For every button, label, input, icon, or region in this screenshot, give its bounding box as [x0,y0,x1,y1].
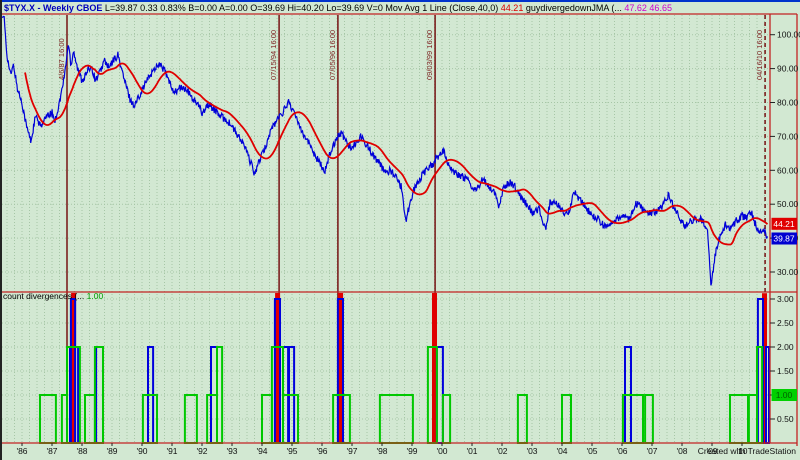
x-axis-tick-label: '93 [226,446,237,456]
event-line-label: 09/03/99 16:00 [425,30,434,80]
y-axis-tick-label: 30.00 [777,267,799,277]
axis-badge: 44.21 [772,218,798,230]
x-axis-tick-label: '01 [466,446,477,456]
lower-pane-name: count divergences (... [3,291,84,301]
x-axis-tick-label: '87 [46,446,57,456]
y-axis-tick-label: 1.50 [777,366,794,376]
x-axis-tick-label: '05 [586,446,597,456]
x-axis-tick-label: '96 [316,446,327,456]
x-axis-tick-label: '06 [616,446,627,456]
quote-fields: L=39.87 0.33 0.83% B=0.00 A=0.00 O=39.69… [105,3,498,13]
y-axis-tick-label: 60.00 [777,165,799,175]
ma-value: 44.21 [501,3,524,13]
moving-average-line [25,64,768,245]
x-axis-tick-label: '91 [166,446,177,456]
x-axis-tick-label: '07 [646,446,657,456]
x-axis-tick-label: '90 [136,446,147,456]
indicator-values: 47.62 46.65 [624,3,672,13]
x-axis-tick-label: '92 [196,446,207,456]
x-axis-tick-label: '04 [556,446,567,456]
price-line [3,17,768,286]
svg-text:44.21: 44.21 [773,219,795,229]
x-axis-tick-label: '00 [436,446,447,456]
lower-pane-title: count divergences (... 1.00 [3,291,103,301]
indicator-label: guydivergedownJMA (... [526,3,622,13]
y-axis-tick-label: 3.00 [777,294,794,304]
x-axis-tick-label: '86 [16,446,27,456]
event-line-label: 07/05/96 16:00 [328,30,337,80]
x-axis-tick-label: '08 [676,446,687,456]
x-axis-tick-label: '02 [496,446,507,456]
axis-badge: 39.87 [772,233,798,245]
lower-pane-value: 1.00 [87,291,104,301]
tradestation-credit: Created with TradeStation [698,446,796,456]
grid [2,15,770,443]
tradestation-chart-window: 4/6/87 16:0007/15/94 16:0007/05/96 16:00… [0,0,800,460]
x-axis-tick-label: '99 [406,446,417,456]
x-axis-tick-label: '95 [286,446,297,456]
y-axis-tick-label: 70.00 [777,131,799,141]
event-lines: 4/6/87 16:0007/15/94 16:0007/05/96 16:00… [57,15,765,443]
x-axis-tick-label: '94 [256,446,267,456]
x-axis-tick-label: '03 [526,446,537,456]
event-line-label: 07/15/94 16:00 [269,30,278,80]
x-axis-tick-label: '97 [346,446,357,456]
y-axis-tick-label: 2.00 [777,342,794,352]
y-axis-tick-label: 50.00 [777,199,799,209]
chart-status-line: $TYX.X - Weekly CBOE L=39.87 0.33 0.83% … [4,3,672,13]
chart-canvas[interactable]: 4/6/87 16:0007/15/94 16:0007/05/96 16:00… [0,0,800,460]
y-axis-tick-label: 0.50 [777,414,794,424]
y-axis-tick-label: 80.00 [777,98,799,108]
y-axis-tick-label: 2.50 [777,318,794,328]
window-top-edge [0,0,800,2]
y-axis-tick-label: 90.00 [777,64,799,74]
x-axis-tick-label: '88 [76,446,87,456]
axis-badge: 1.00 [772,389,798,401]
symbol-label: $TYX.X - Weekly CBOE [4,3,102,13]
y-axis-tick-label: 100.00 [777,30,800,40]
svg-text:39.87: 39.87 [773,234,795,244]
x-axis-tick-label: '89 [106,446,117,456]
window-left-edge [0,0,2,460]
x-axis-tick-label: '98 [376,446,387,456]
svg-text:1.00: 1.00 [776,390,793,400]
event-line-label: 04/16/10 16:00 [755,30,764,80]
